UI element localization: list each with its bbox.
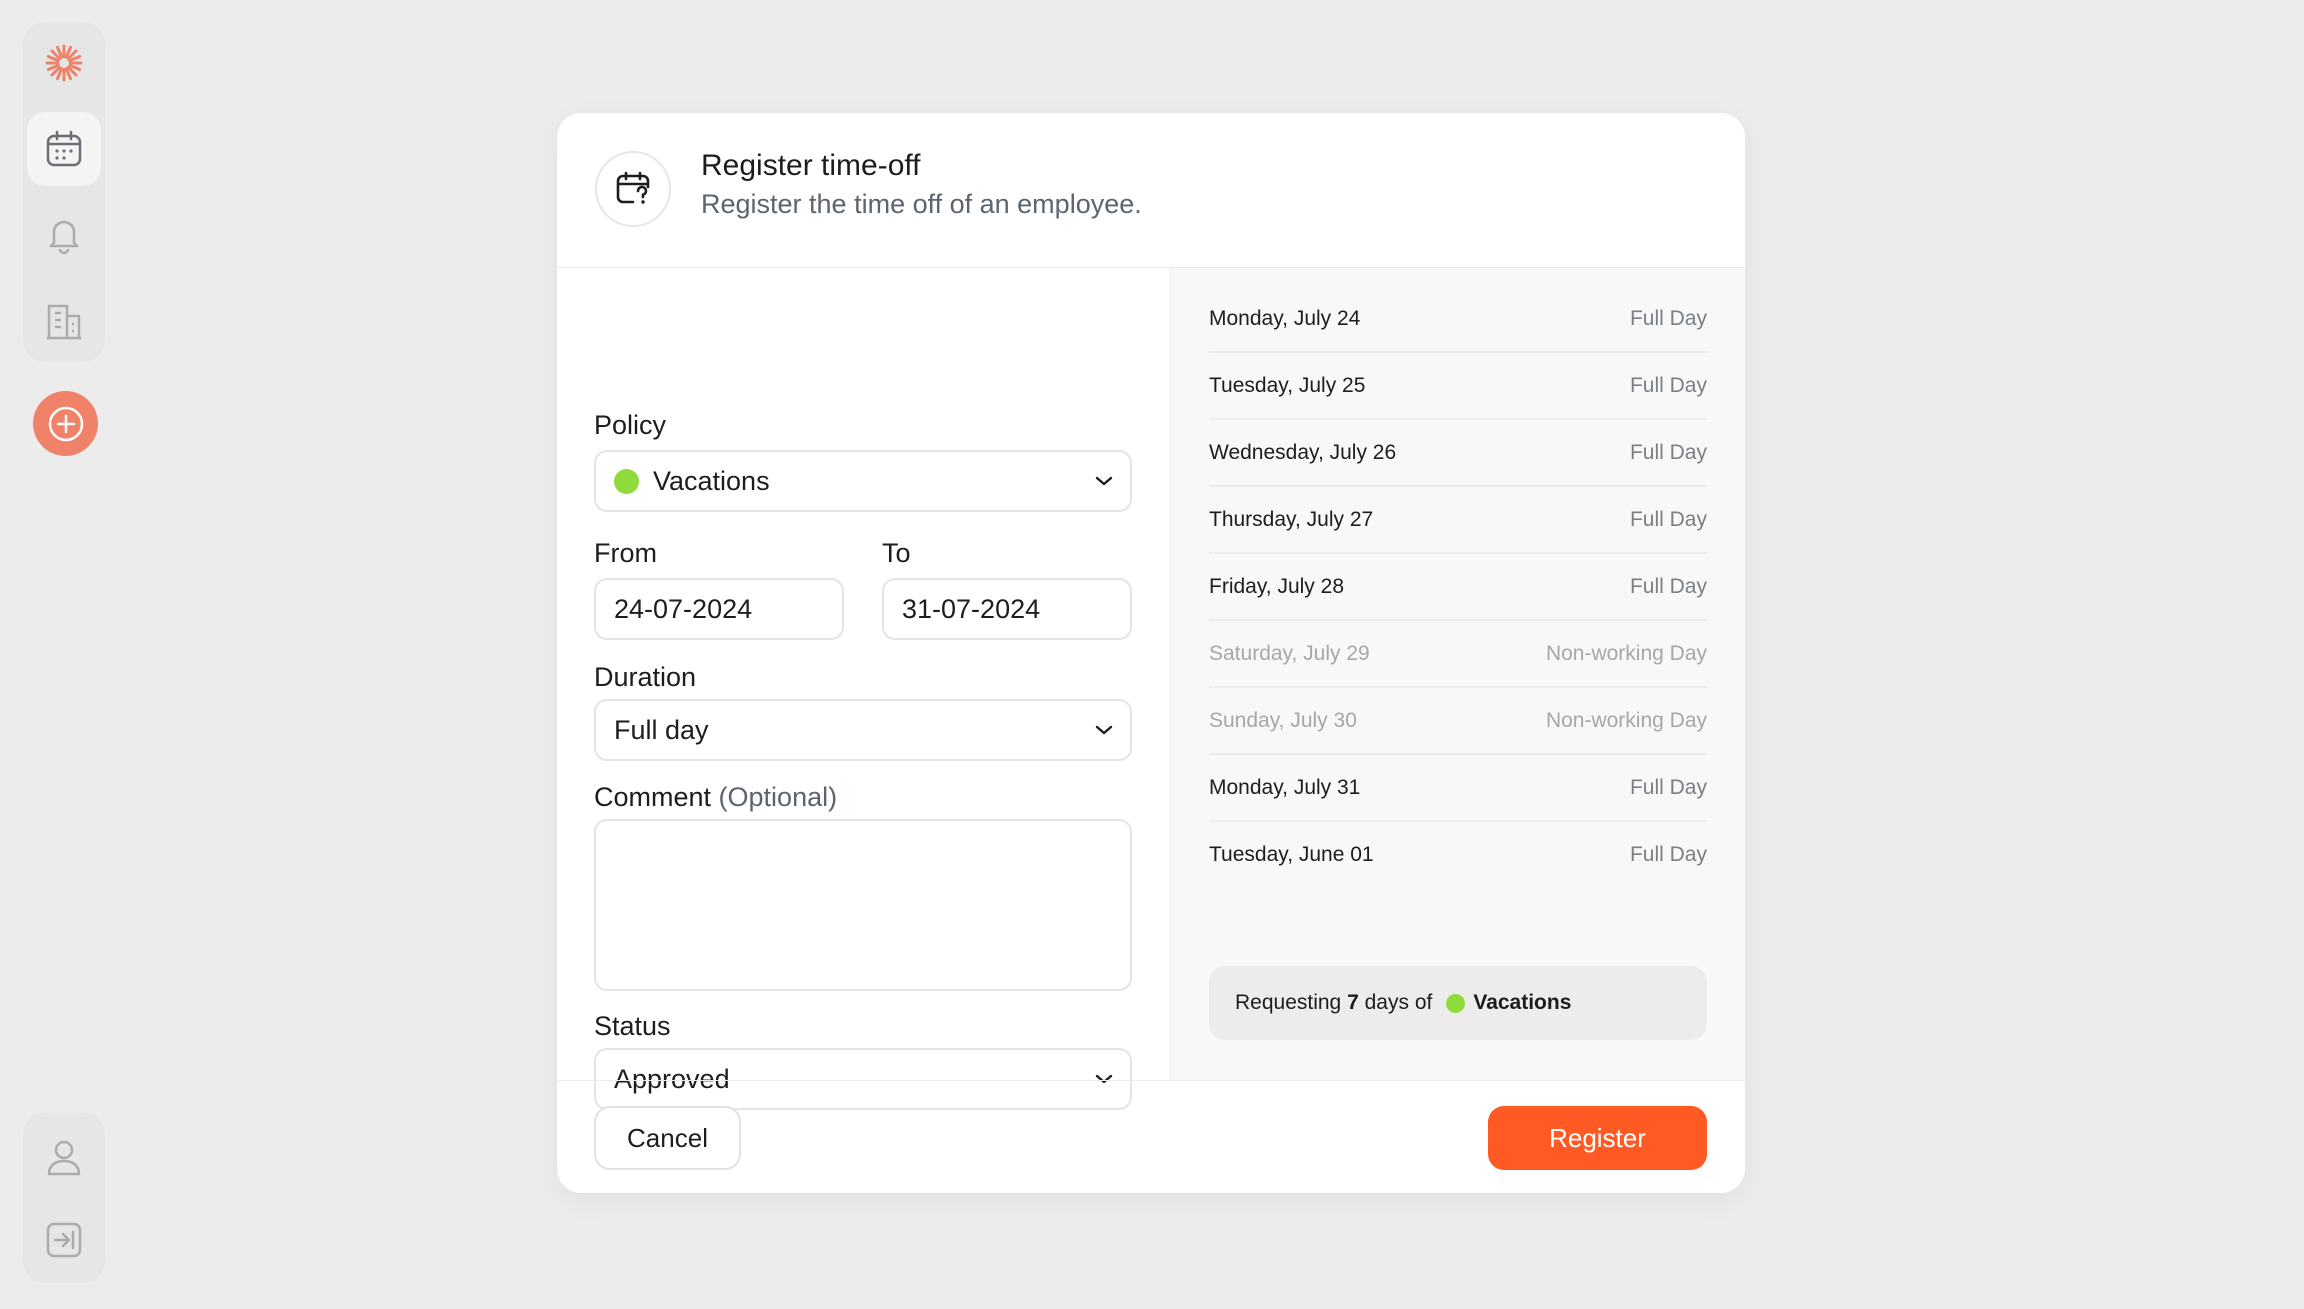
day-row-non-working: Sunday, July 30 Non-working Day bbox=[1209, 689, 1707, 755]
summary-middle: days of bbox=[1364, 991, 1433, 1014]
to-date-value: 31-07-2024 bbox=[902, 593, 1041, 624]
calendar-icon bbox=[46, 130, 82, 167]
sidebar-item-logout[interactable] bbox=[27, 1203, 101, 1277]
register-button[interactable]: Register bbox=[1488, 1106, 1707, 1170]
dialog-title: Register time-off bbox=[701, 149, 921, 182]
day-date: Wednesday, July 26 bbox=[1209, 441, 1397, 464]
chevron-down-icon bbox=[1095, 725, 1113, 735]
dialog-footer: Cancel Register bbox=[557, 1080, 1745, 1193]
to-label: To bbox=[882, 538, 911, 568]
day-row: Wednesday, July 26 Full Day bbox=[1209, 421, 1707, 487]
sidebar-item-calendar[interactable] bbox=[27, 112, 101, 186]
summary-prefix: Requesting bbox=[1235, 991, 1342, 1014]
day-type: Non-working Day bbox=[1545, 709, 1707, 732]
logout-icon bbox=[46, 1222, 82, 1258]
day-row: Monday, July 24 Full Day bbox=[1209, 287, 1707, 353]
day-row-non-working: Saturday, July 29 Non-working Day bbox=[1209, 622, 1707, 688]
comment-optional-text: (Optional) bbox=[718, 782, 838, 812]
sidebar-item-notifications[interactable] bbox=[27, 198, 101, 272]
calendar-clock-icon bbox=[616, 171, 650, 204]
comment-label: Comment (Optional) bbox=[594, 782, 837, 813]
comment-textarea[interactable] bbox=[594, 819, 1132, 991]
day-type: Full Day bbox=[1629, 441, 1707, 464]
register-timeoff-dialog: Register time-off Register the time off … bbox=[557, 113, 1745, 1193]
policy-color-dot bbox=[614, 468, 639, 494]
duration-select[interactable]: Full day bbox=[594, 699, 1132, 761]
sidebar-nav bbox=[23, 22, 105, 362]
request-summary: Requesting 7 days of Vacations bbox=[1209, 966, 1707, 1040]
day-date: Saturday, July 29 bbox=[1209, 642, 1370, 665]
policy-label: Policy bbox=[594, 410, 667, 440]
sidebar-item-company[interactable] bbox=[27, 284, 101, 358]
header-icon-circle bbox=[595, 151, 671, 227]
day-type: Full Day bbox=[1629, 374, 1707, 397]
day-type: Full Day bbox=[1629, 843, 1707, 866]
policy-select[interactable]: Vacations bbox=[594, 450, 1132, 512]
user-icon bbox=[47, 1140, 81, 1176]
day-type: Full Day bbox=[1629, 575, 1707, 598]
sunburst-logo[interactable] bbox=[44, 43, 84, 83]
day-date: Sunday, July 30 bbox=[1209, 709, 1357, 732]
duration-value: Full day bbox=[614, 714, 709, 745]
days-breakdown-pane: Monday, July 24 Full Day Tuesday, July 2… bbox=[1170, 268, 1745, 1080]
comment-label-text: Comment bbox=[594, 782, 712, 812]
from-date-value: 24-07-2024 bbox=[614, 593, 753, 624]
form-pane: Policy Vacations From 24-07-2024 To 31-0… bbox=[557, 268, 1170, 1110]
from-label: From bbox=[594, 538, 657, 568]
chevron-down-icon bbox=[1095, 476, 1113, 486]
dialog-header: Register time-off Register the time off … bbox=[557, 113, 1745, 268]
building-icon bbox=[47, 304, 81, 340]
day-row: Monday, July 31 Full Day bbox=[1209, 756, 1707, 822]
day-type: Full Day bbox=[1629, 776, 1707, 799]
policy-color-dot bbox=[1446, 993, 1466, 1013]
day-row: Thursday, July 27 Full Day bbox=[1209, 488, 1707, 554]
day-date: Tuesday, July 25 bbox=[1209, 374, 1366, 397]
day-row: Tuesday, June 01 Full Day bbox=[1209, 823, 1707, 889]
day-type: Full Day bbox=[1629, 508, 1707, 531]
sidebar-bottom bbox=[23, 1113, 105, 1283]
day-date: Friday, July 28 bbox=[1209, 575, 1344, 598]
day-row: Tuesday, July 25 Full Day bbox=[1209, 354, 1707, 420]
sidebar-item-profile[interactable] bbox=[27, 1121, 101, 1195]
day-date: Thursday, July 27 bbox=[1209, 508, 1374, 531]
day-type: Full Day bbox=[1629, 307, 1707, 330]
plus-circle-icon bbox=[48, 406, 83, 441]
cancel-button[interactable]: Cancel bbox=[594, 1106, 741, 1170]
from-date-input[interactable]: 24-07-2024 bbox=[594, 578, 844, 640]
status-label: Status bbox=[594, 1011, 671, 1041]
add-button[interactable] bbox=[33, 391, 98, 456]
day-date: Monday, July 31 bbox=[1209, 776, 1361, 799]
summary-count: 7 bbox=[1347, 991, 1359, 1014]
day-date: Tuesday, June 01 bbox=[1209, 843, 1374, 866]
day-date: Monday, July 24 bbox=[1209, 307, 1361, 330]
bell-icon bbox=[49, 220, 79, 255]
day-row: Friday, July 28 Full Day bbox=[1209, 555, 1707, 621]
dialog-subtitle: Register the time off of an employee. bbox=[701, 189, 1142, 219]
duration-label: Duration bbox=[594, 662, 697, 692]
policy-value: Vacations bbox=[653, 465, 770, 496]
to-date-input[interactable]: 31-07-2024 bbox=[882, 578, 1132, 640]
day-type: Non-working Day bbox=[1545, 642, 1707, 665]
summary-policy: Vacations bbox=[1473, 991, 1572, 1014]
